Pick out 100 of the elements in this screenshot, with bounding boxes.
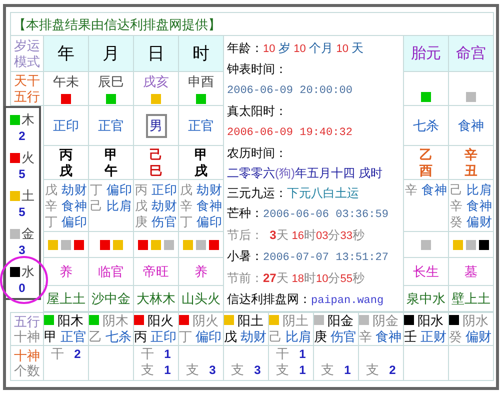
element-polarity: 阴金 <box>359 313 403 329</box>
element-count: 3 <box>18 243 26 257</box>
ten-god: 食神 <box>458 118 484 132</box>
void-branches: 午未 <box>53 73 79 91</box>
info-line: 小暑：2006-07-07 13:51:27 <box>227 248 390 266</box>
void-branches: 申酉 <box>188 73 214 91</box>
hidden-stem: 己 比肩 <box>89 198 133 214</box>
hidden-stem: 丁 偏印 <box>44 214 88 230</box>
pillar-stem-branch: 辛 丑 <box>464 146 478 178</box>
info-line: 2006-06-09 19:40:32 <box>227 126 354 141</box>
column-header: 胎元 <box>411 45 441 62</box>
nayin: 壁上土 <box>452 290 490 306</box>
info-line: 三元九运：下元八白土运 <box>227 185 360 202</box>
hidden-stem: 己 比肩 <box>449 182 493 198</box>
ten-god: 正印 <box>53 118 79 132</box>
row-label: 五行 十神 <box>13 314 41 344</box>
hidden-stem: 丁 偏印 <box>179 214 223 230</box>
element-polarity: 阳土 <box>224 313 268 329</box>
life-phase: 临官 <box>98 264 124 278</box>
element-polarity: 阴木 <box>89 313 133 329</box>
hidden-stem: 戊 劫财 <box>179 182 223 198</box>
hidden-stem: 丙 正印 <box>134 182 178 198</box>
ten-god: 正官 <box>98 118 124 132</box>
gender-badge: 男 <box>146 114 166 138</box>
column-header: 年 <box>58 44 74 63</box>
element-name: 水 <box>10 263 34 281</box>
info-line: 年龄：10 岁 10 个月 10 天 <box>227 40 365 57</box>
source-note: 【本排盘结果由信达利排盘网提供】 <box>12 16 222 34</box>
ten-god-count: 支 1 <box>140 362 172 378</box>
column-header: 日 <box>148 44 164 63</box>
hidden-stem: 辛 食神 <box>179 198 223 214</box>
pillar-stem-branch: 甲 戌 <box>194 146 208 178</box>
info-line: 农历时间： <box>227 145 288 162</box>
ten-god-count: 支 3 <box>230 362 262 378</box>
nayin: 屋上土 <box>46 290 86 306</box>
element-name: 木 <box>10 111 34 129</box>
row-label: 天干 五行 <box>13 72 41 104</box>
element-name: 金 <box>10 225 34 243</box>
stem-ten-god: 甲 正官 <box>44 329 88 345</box>
info-line: 节后： 3天 16时03分33秒 <box>227 227 366 244</box>
stem-ten-god: 辛 食神 <box>359 329 403 345</box>
stem-ten-god: 壬 正财 <box>404 329 448 345</box>
nayin: 山头火 <box>182 290 220 306</box>
stem-ten-god: 癸 偏财 <box>449 329 493 345</box>
ten-god-count: 支 1 <box>320 362 352 378</box>
column-header: 命宫 <box>456 45 486 62</box>
info-line: 信达利排盘网：paipan.wang <box>227 291 385 309</box>
element-count: 2 <box>18 129 26 143</box>
column-header: 时 <box>192 44 210 63</box>
life-phase: 养 <box>60 264 72 278</box>
element-polarity: 阴火 <box>179 313 223 329</box>
hidden-stem: 辛 食神 <box>449 198 493 214</box>
hidden-stem: 癸 偏财 <box>449 214 493 230</box>
ten-god-count: 干 2 <box>50 346 82 362</box>
stem-ten-god: 丁 偏印 <box>179 329 223 345</box>
ten-god-count: 支 3 <box>185 362 217 378</box>
element-polarity: 阴土 <box>269 313 313 329</box>
hidden-stem: 丁 偏印 <box>89 182 133 198</box>
stem-ten-god: 乙 七杀 <box>89 329 133 345</box>
ten-god-count: 干 1 <box>140 346 172 362</box>
nayin: 泉中水 <box>406 290 446 306</box>
stem-ten-god: 己 比肩 <box>269 329 313 345</box>
nayin: 大林木 <box>136 290 176 306</box>
element-count: 5 <box>18 167 26 181</box>
column-header: 月 <box>102 44 120 63</box>
pillar-stem-branch: 甲 午 <box>104 146 118 178</box>
element-polarity: 阳火 <box>134 313 178 329</box>
element-polarity: 阳金 <box>314 313 358 329</box>
void-branches: 辰巳 <box>98 73 124 91</box>
stem-ten-god: 庚 伤官 <box>314 329 358 345</box>
pillar-stem-branch: 丙 戌 <box>60 146 72 178</box>
life-phase: 养 <box>194 264 208 278</box>
element-polarity: 阴水 <box>449 313 493 329</box>
ten-god-count: 支 2 <box>365 362 397 378</box>
info-line: 真太阳时： <box>227 103 288 120</box>
hidden-stem: 庚 伤官 <box>134 214 178 230</box>
pillar-stem-branch: 乙 酉 <box>420 146 432 178</box>
element-polarity: 阳木 <box>44 313 88 329</box>
element-count: 0 <box>18 281 26 295</box>
element-name: 土 <box>10 187 34 205</box>
nayin: 沙中金 <box>92 290 130 306</box>
info-line: 芒种：2006-06-06 03:36:59 <box>227 205 390 223</box>
ten-god-count: 干 1 <box>275 346 307 362</box>
pillar-stem-branch: 己 巳 <box>150 146 162 178</box>
info-line: 节前：27天 18时10分55秒 <box>227 270 366 287</box>
row-label: 十神 个数 <box>13 348 41 378</box>
stem-ten-god: 戊 劫财 <box>224 329 268 345</box>
ten-god: 七杀 <box>413 118 439 132</box>
element-name: 火 <box>10 149 34 167</box>
hidden-stem: 辛 食神 <box>404 182 448 198</box>
hidden-stem: 戊 劫财 <box>44 182 88 198</box>
ten-god-count: 支 1 <box>275 362 307 378</box>
void-branches: 戌亥 <box>143 73 169 91</box>
info-line: 2006-06-09 20:00:00 <box>227 84 354 99</box>
element-polarity: 阳水 <box>404 313 448 329</box>
info-line: 二零零六(狗)年五月十四 戌时 <box>227 165 384 182</box>
ten-god: 正官 <box>188 118 214 132</box>
info-line: 钟表时间： <box>227 61 288 78</box>
hidden-stem: 戊 劫财 <box>134 198 178 214</box>
row-label: 岁运 模式 <box>13 38 41 70</box>
